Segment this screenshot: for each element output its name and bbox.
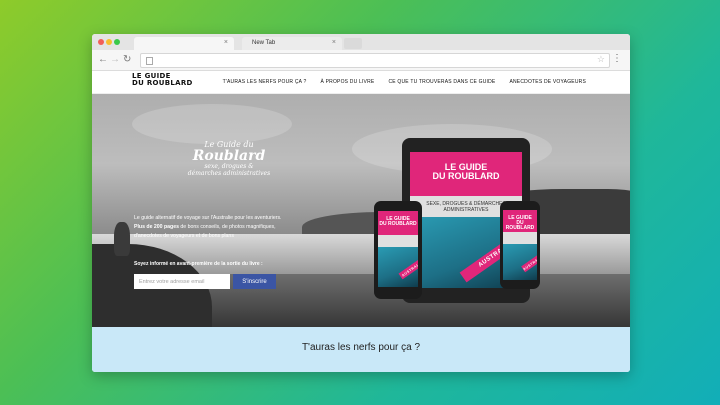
reload-icon[interactable]: ↻ — [123, 54, 131, 65]
cover-title-line-2: DU ROUBLARD — [432, 170, 500, 181]
close-icon[interactable]: × — [224, 39, 228, 46]
back-arrow-icon[interactable]: ← — [98, 54, 108, 65]
hero-logo-line-2: Roublard — [192, 148, 266, 164]
cover-title-line-2: DU ROUBLARD — [379, 221, 417, 228]
cloud — [132, 104, 292, 144]
hero-logo: Le Guide du Roublard sexe, drogues & dém… — [184, 140, 274, 177]
nav-link-nerfs[interactable]: T'AURAS LES NERFS POUR ÇA ? — [223, 79, 307, 85]
page-content: LE GUIDE DU ROUBLARD T'AURAS LES NERFS P… — [92, 71, 630, 372]
intro-line-3: d'anecdotes de voyageurs et de bons plan… — [134, 233, 234, 239]
site-nav: T'AURAS LES NERFS POUR ÇA ? À PROPOS DU … — [223, 79, 586, 85]
hero-logo-line-3: sexe, drogues & — [204, 163, 254, 170]
bookmark-star-icon[interactable]: ☆ — [597, 54, 605, 65]
tab-active[interactable]: × — [134, 37, 234, 50]
intro-line-2: Plus de 200 pages de bons conseils, de p… — [134, 223, 334, 232]
subscribe-button[interactable]: S'inscrire — [233, 274, 276, 289]
intro-bold: Plus de 200 pages — [134, 224, 179, 230]
forward-arrow-icon[interactable]: → — [110, 54, 120, 65]
site-logo[interactable]: LE GUIDE DU ROUBLARD — [132, 73, 193, 87]
cover-title: LE GUIDE DU ROUBLARD — [410, 162, 522, 181]
phone-screen: LE GUIDE DU ROUBLARD AUSTRALIE — [503, 210, 537, 280]
logo-line-2: DU ROUBLARD — [132, 79, 193, 87]
tab-new-tab[interactable]: New Tab × — [242, 37, 342, 50]
minimize-window-button[interactable] — [106, 39, 112, 45]
hero-intro: Le guide alternatif de voyage sur l'Aust… — [134, 214, 334, 241]
close-icon[interactable]: × — [332, 39, 336, 46]
nav-link-anecdotes[interactable]: ANECDOTES DE VOYAGEURS — [509, 79, 586, 85]
nav-link-contents[interactable]: CE QUE TU TROUVERAS DANS CE GUIDE — [388, 79, 495, 85]
section-title: T'auras les nerfs pour ça ? — [301, 342, 421, 353]
email-input[interactable] — [134, 274, 230, 289]
page-icon — [146, 57, 153, 65]
cover-title: LE GUIDE DU ROUBLARD — [503, 215, 537, 231]
hero-logo-line-4: démarches administratives — [187, 170, 271, 177]
intro-line-2-rest: de bons conseils, de photos magnifiques, — [178, 224, 276, 230]
cta-label: Soyez informé en avant-première de la so… — [134, 261, 263, 267]
new-tab-button[interactable] — [344, 38, 362, 49]
browser-window: × New Tab × ← → ↻ ☆ ⋮ LE GUIDE DU ROUBLA… — [92, 34, 630, 372]
browser-menu-icon[interactable]: ⋮ — [612, 53, 622, 64]
intro-line-1: Le guide alternatif de voyage sur l'Aust… — [134, 215, 282, 221]
cover-title: LE GUIDE DU ROUBLARD — [378, 217, 418, 227]
tab-bar: × New Tab × — [92, 34, 630, 50]
nav-link-about[interactable]: À PROPOS DU LIVRE — [320, 79, 374, 85]
address-bar[interactable]: ☆ — [140, 53, 610, 68]
phone-screen: LE GUIDE DU ROUBLARD AUSTRALIE — [378, 211, 418, 287]
phone-mockup-left: LE GUIDE DU ROUBLARD AUSTRALIE — [374, 201, 422, 299]
maximize-window-button[interactable] — [114, 39, 120, 45]
cover-title-line-2: DU ROUBLARD — [505, 219, 535, 231]
hero-section: Le Guide du Roublard sexe, drogues & dém… — [92, 94, 630, 327]
site-header: LE GUIDE DU ROUBLARD T'AURAS LES NERFS P… — [92, 71, 630, 94]
browser-toolbar: ← → ↻ ☆ ⋮ — [92, 50, 630, 71]
nerfs-section: T'auras les nerfs pour ça ? — [92, 327, 630, 372]
close-window-button[interactable] — [98, 39, 104, 45]
kangaroo-silhouette — [114, 222, 130, 256]
phone-mockup-right: LE GUIDE DU ROUBLARD AUSTRALIE — [500, 201, 540, 289]
tab-title: New Tab — [252, 40, 276, 46]
